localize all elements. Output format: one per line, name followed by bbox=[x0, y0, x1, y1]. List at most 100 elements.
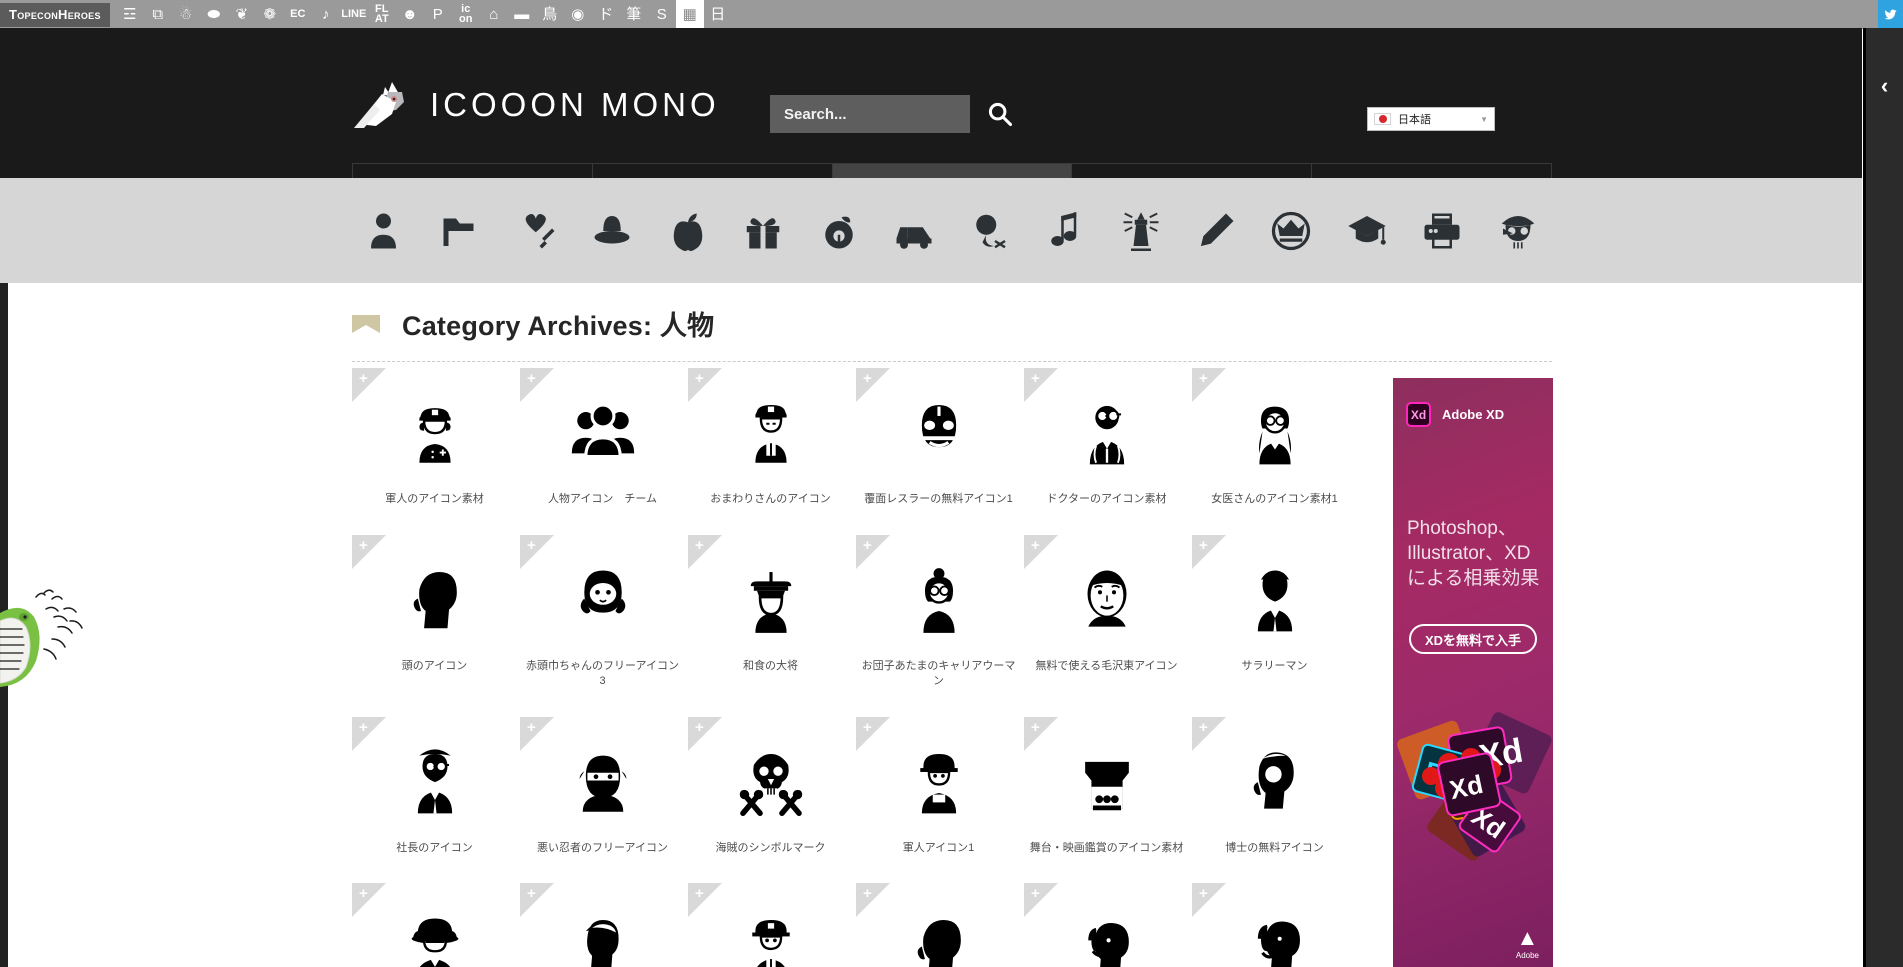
icon-tile-preview[interactable]: + bbox=[856, 368, 1021, 492]
icon-tile[interactable]: + 博士の無料アイコン bbox=[1192, 716, 1357, 856]
icon-tile[interactable]: +横顔アイコン bbox=[856, 883, 1021, 967]
parking-icon[interactable]: P bbox=[424, 0, 452, 29]
icon-artwork-mao bbox=[1024, 549, 1189, 645]
sofa-icon[interactable]: ▬ bbox=[508, 0, 536, 29]
hat-icon[interactable] bbox=[584, 203, 640, 259]
icon-on-icon[interactable]: ic on bbox=[452, 0, 480, 29]
icon-tile[interactable]: + 女医さんのアイコン素材1 bbox=[1192, 368, 1357, 507]
brush-icon[interactable]: 筆 bbox=[620, 0, 648, 29]
icon-tile-preview[interactable]: + bbox=[688, 534, 853, 659]
icon-tile-preview[interactable]: + bbox=[1024, 716, 1189, 841]
icon-tile-preview[interactable]: + bbox=[856, 716, 1021, 841]
do-icon[interactable]: ド bbox=[592, 0, 620, 29]
building-icon[interactable]: ⌂ bbox=[480, 0, 508, 29]
site-logo[interactable]: ICOOON MONO bbox=[352, 80, 720, 130]
icon-tile-preview[interactable]: + bbox=[520, 716, 685, 841]
icon-tile[interactable]: + 舞台・映画鑑賞のアイコン素材 bbox=[1024, 716, 1189, 856]
icon-tile-preview[interactable]: + bbox=[1192, 368, 1357, 492]
icon-tile-preview[interactable]: + bbox=[1024, 534, 1189, 659]
ec-icon[interactable]: EC bbox=[284, 0, 312, 29]
icon-tile[interactable]: + サラリーマン bbox=[1192, 534, 1357, 689]
crown-icon[interactable] bbox=[1263, 203, 1319, 259]
ad-cta-button[interactable]: XDを無料で入手 bbox=[1409, 624, 1537, 654]
icon-tile-preview[interactable]: + bbox=[352, 716, 517, 841]
icon-artwork-guard bbox=[688, 897, 853, 967]
gift-icon[interactable] bbox=[735, 203, 791, 259]
apple-icon[interactable] bbox=[660, 203, 716, 259]
baseball-icon[interactable] bbox=[962, 203, 1018, 259]
icon-tile-preview[interactable]: + bbox=[856, 534, 1021, 659]
speech-bubble-icon[interactable]: ⬬ bbox=[200, 0, 228, 29]
icon-tile[interactable]: + 軍人アイコン1 bbox=[856, 716, 1021, 856]
icon-tile-preview[interactable]: + bbox=[688, 368, 853, 492]
japan-flag-icon[interactable]: 日 bbox=[704, 0, 732, 29]
icon-tile[interactable]: + 海賊のシンボルマーク bbox=[688, 716, 853, 856]
bird-icon[interactable]: 鳥 bbox=[536, 0, 564, 29]
graduation-cap-icon[interactable] bbox=[1339, 203, 1395, 259]
pirate-skull-icon[interactable] bbox=[1490, 203, 1546, 259]
language-selector[interactable]: 日本語 ▼ bbox=[1367, 107, 1495, 131]
icon-tile-preview[interactable]: + bbox=[1024, 368, 1189, 492]
icon-tile-preview[interactable]: + bbox=[1192, 716, 1357, 841]
icon-tile-label: 赤頭巾ちゃんのフリーアイコン3 bbox=[525, 659, 679, 687]
person-cheer-icon[interactable]: ☃ bbox=[172, 0, 200, 29]
icon-tile-preview[interactable]: + bbox=[352, 534, 517, 659]
advertisement-adobe-xd[interactable]: ⓘ ✕ Xd Adobe XD Photoshop、Illustrator、XD… bbox=[1393, 378, 1553, 967]
icon-tile-label: 社長のアイコン bbox=[396, 841, 473, 854]
icon-tile[interactable]: + 軍人のアイコン素材 bbox=[352, 368, 517, 507]
icon-tile[interactable]: + 無料で使える毛沢東アイコン bbox=[1024, 534, 1189, 689]
piggy-bank-icon[interactable] bbox=[811, 203, 867, 259]
car-icon[interactable] bbox=[886, 203, 942, 259]
search-area bbox=[770, 95, 1014, 133]
collapse-chevron-icon[interactable]: ‹ bbox=[1866, 73, 1903, 99]
folder-icon[interactable] bbox=[433, 203, 489, 259]
leaf-icon[interactable]: ❦ bbox=[228, 0, 256, 29]
icon-tile-preview[interactable]: + bbox=[688, 716, 853, 841]
topcon-heroes-brand[interactable]: TopeconHeroes bbox=[0, 2, 110, 27]
icon-tile-preview[interactable]: + bbox=[1192, 534, 1357, 659]
search-input[interactable] bbox=[770, 95, 970, 133]
printer-icon[interactable] bbox=[1414, 203, 1470, 259]
icon-tile[interactable]: + おまわりさんのアイコン bbox=[688, 368, 853, 507]
icon-tile[interactable]: + 頭のアイコン bbox=[352, 534, 517, 689]
icon-tile-preview[interactable]: + bbox=[520, 534, 685, 659]
icon-tile[interactable]: +警備員アイコン bbox=[688, 883, 853, 967]
icon-tile-preview[interactable]: + bbox=[1024, 883, 1189, 967]
icon-tile-preview[interactable]: + bbox=[1192, 883, 1357, 967]
icon-tile[interactable]: +ギャングのアイコン bbox=[352, 883, 517, 967]
search-button[interactable] bbox=[986, 100, 1014, 128]
icon-tile[interactable]: +若者の無料イラスト bbox=[520, 883, 685, 967]
icon-tile[interactable]: +テレフォンオペレーター bbox=[1024, 883, 1189, 967]
icon-tile[interactable]: + 覆面レスラーの無料アイコン1 bbox=[856, 368, 1021, 507]
pencil-icon[interactable] bbox=[1188, 203, 1244, 259]
person-icon[interactable] bbox=[358, 203, 414, 259]
twitter-icon[interactable] bbox=[1878, 0, 1903, 28]
icon-tile-preview[interactable]: + bbox=[520, 368, 685, 492]
icon-tile[interactable]: + お団子あたまのキャリアウーマン bbox=[856, 534, 1021, 689]
icon-tile[interactable]: + 悪い忍者のフリーアイコン bbox=[520, 716, 685, 856]
icon-tile[interactable]: + 人物アイコン チーム bbox=[520, 368, 685, 507]
flower-icon[interactable]: ❁ bbox=[256, 0, 284, 29]
flat-icon[interactable]: FL AT bbox=[368, 0, 396, 29]
smiley-icon[interactable]: ☻ bbox=[396, 0, 424, 29]
icon-tile[interactable]: + 社長のアイコン bbox=[352, 716, 517, 856]
sheep-icon[interactable]: ☲ bbox=[116, 0, 144, 29]
icon-tile[interactable]: + 和食の大将 bbox=[688, 534, 853, 689]
lighthouse-icon[interactable] bbox=[1113, 203, 1169, 259]
icon-tile-preview[interactable]: + bbox=[352, 883, 517, 967]
icon-tile-preview[interactable]: + bbox=[688, 883, 853, 967]
music-icon[interactable] bbox=[1037, 203, 1093, 259]
signature-icon[interactable]: S bbox=[648, 0, 676, 29]
icon-tile[interactable]: +テレフォンオペレーター bbox=[1192, 883, 1357, 967]
copy-icon[interactable]: ⧉ bbox=[144, 0, 172, 29]
music-note-icon[interactable]: ♪ bbox=[312, 0, 340, 29]
icon-tile-preview[interactable]: + bbox=[856, 883, 1021, 967]
icon-tile[interactable]: + ドクターのアイコン素材 bbox=[1024, 368, 1189, 507]
icon-tile[interactable]: + 赤頭巾ちゃんのフリーアイコン3 bbox=[520, 534, 685, 689]
grid-icon[interactable]: ▦ bbox=[675, 0, 704, 29]
circle-pattern-icon[interactable]: ◉ bbox=[564, 0, 592, 29]
line-icon[interactable]: LINE bbox=[340, 0, 368, 29]
medical-icon[interactable] bbox=[509, 203, 565, 259]
icon-tile-preview[interactable]: + bbox=[520, 883, 685, 967]
icon-tile-preview[interactable]: + bbox=[352, 368, 517, 492]
